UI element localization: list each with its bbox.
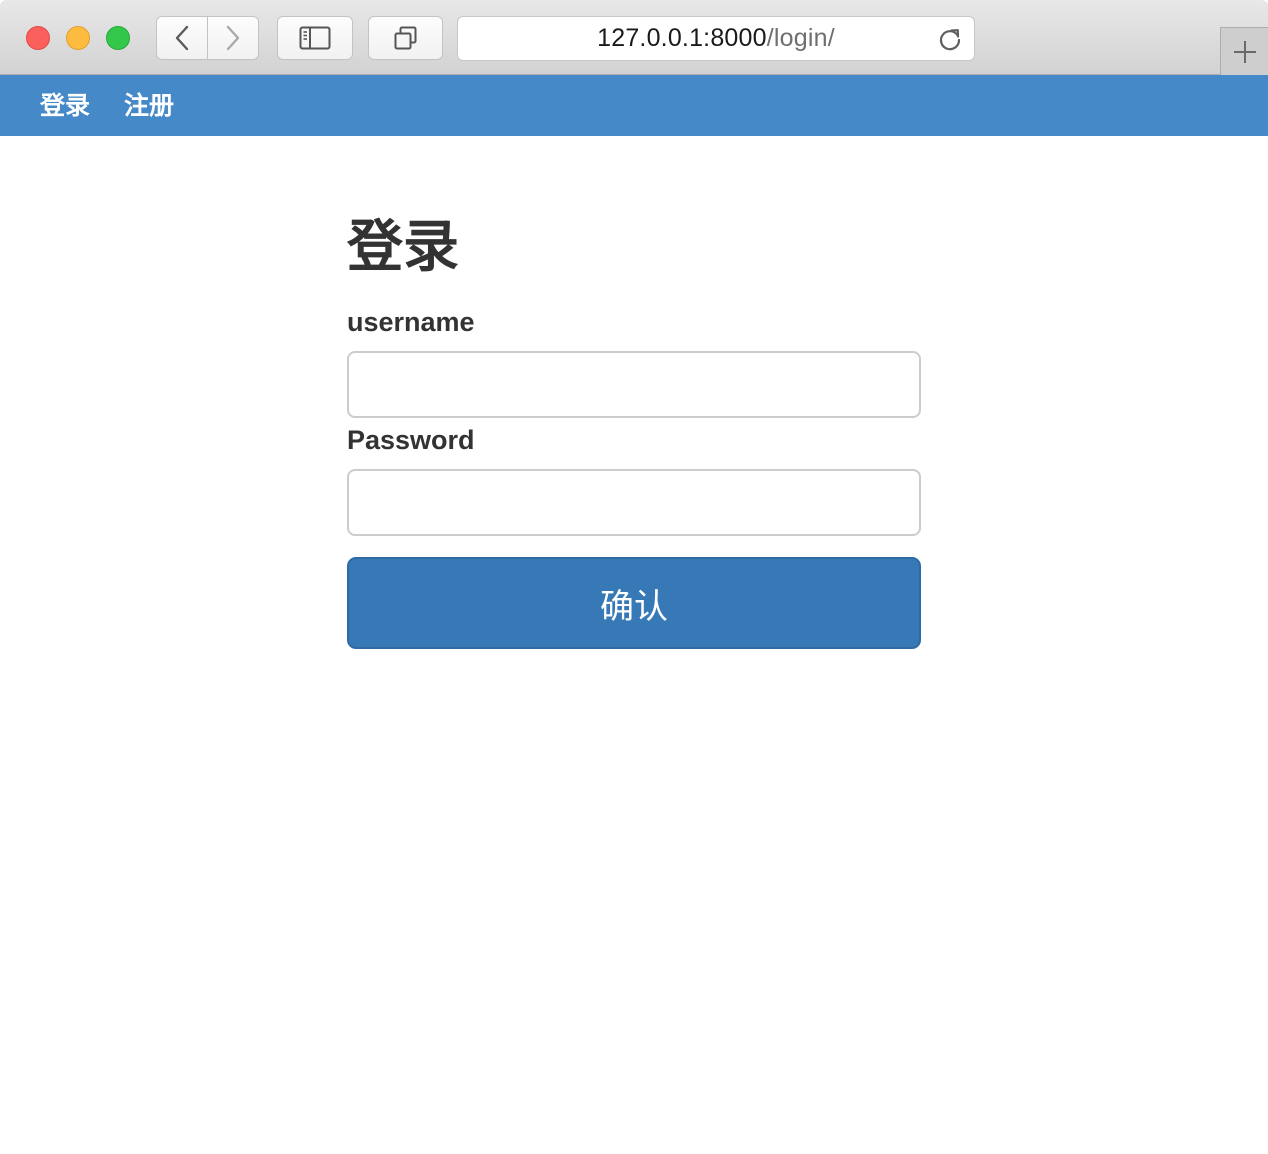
username-label: username [347,307,475,337]
close-window-button[interactable] [26,26,50,50]
url-host: 127.0.0.1:8000 [597,24,767,52]
zoom-window-button[interactable] [106,26,130,50]
reload-icon[interactable] [936,26,964,54]
new-tab-button[interactable] [1220,27,1268,75]
nav-link-register[interactable]: 注册 [124,89,174,123]
minimize-window-button[interactable] [66,26,90,50]
browser-toolbar: 127.0.0.1:8000/login/ [0,0,1268,75]
confirm-button[interactable]: 确认 [347,557,921,649]
password-label: Password [347,425,475,455]
address-bar[interactable]: 127.0.0.1:8000/login/ [457,16,975,61]
page-title: 登录 [347,215,459,280]
chevron-left-icon [175,25,189,51]
nav-link-login[interactable]: 登录 [40,89,90,123]
forward-button[interactable] [207,16,259,60]
back-button[interactable] [156,16,208,60]
sidebar-icon [299,26,331,50]
url-text: 127.0.0.1:8000/login/ [458,17,974,60]
site-navbar: 登录 注册 [0,75,1268,136]
sidebar-toggle-button[interactable] [277,16,353,60]
username-input[interactable] [347,351,921,418]
login-form: 登录 username Password 确认 [347,208,921,649]
url-path: /login/ [766,24,835,52]
browser-window: 127.0.0.1:8000/login/ 登录 注册 登录 username … [0,0,1268,1154]
password-input[interactable] [347,469,921,536]
tab-overview-button[interactable] [368,16,443,60]
tabs-overview-icon [394,26,416,50]
plus-icon [1233,40,1256,63]
chevron-right-icon [226,25,240,51]
